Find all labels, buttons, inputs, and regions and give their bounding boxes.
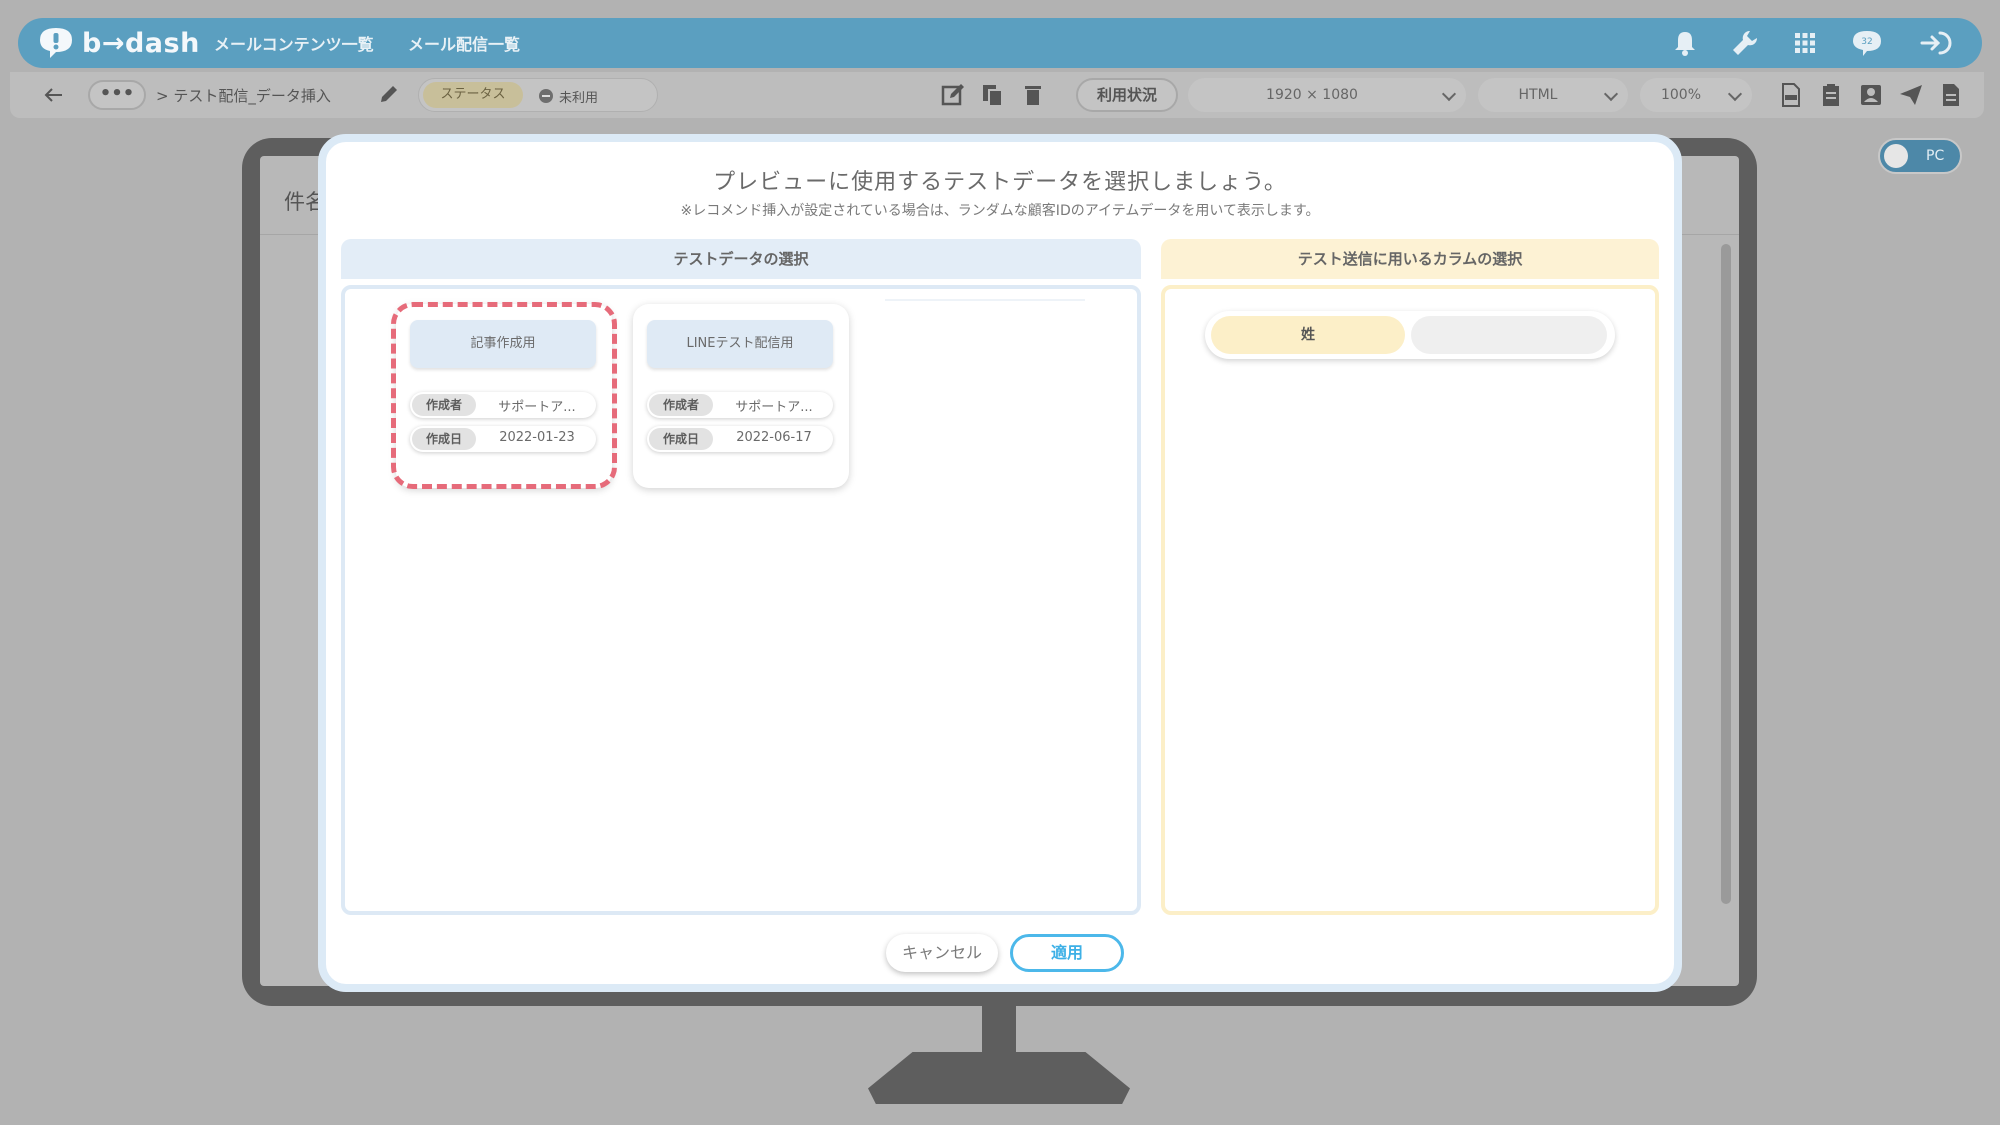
modal-subtitle: ※レコメンド挿入が設定されている場合は、ランダムな顧客IDのアイテムデータを用い… bbox=[680, 203, 1320, 219]
notification-count: 32 bbox=[1861, 37, 1872, 47]
apps-grid-icon[interactable] bbox=[1790, 28, 1820, 58]
toggle-knob bbox=[1884, 144, 1908, 168]
copy-icon[interactable] bbox=[980, 82, 1006, 108]
test-data-card[interactable]: LINEテスト配信用 作成者 サポートア... 作成日 2022-06-17 bbox=[633, 304, 849, 488]
selected-card-highlight bbox=[391, 302, 617, 489]
status-label: ステータス bbox=[423, 82, 523, 108]
back-arrow-icon[interactable] bbox=[42, 83, 66, 107]
date-key: 作成日 bbox=[649, 428, 713, 450]
more-button[interactable]: ••• bbox=[88, 80, 146, 110]
author-row: 作成者 サポートア... bbox=[647, 392, 833, 418]
logo-bubble-icon bbox=[40, 28, 72, 58]
column-panel-header: テスト送信に用いるカラムの選択 bbox=[1161, 239, 1659, 279]
date-value: 2022-06-17 bbox=[736, 430, 812, 445]
logo-text: b→dash bbox=[82, 27, 200, 59]
author-value: サポートア... bbox=[735, 400, 813, 415]
test-data-select-modal: プレビューに使用するテストデータを選択しましょう。 ※レコメンド挿入が設定されて… bbox=[318, 134, 1682, 992]
resolution-select[interactable]: 1920 × 1080 bbox=[1188, 78, 1466, 112]
wrench-icon[interactable] bbox=[1730, 28, 1760, 58]
breadcrumb: > テスト配信_データ挿入 bbox=[156, 87, 331, 105]
preview-scrollbar[interactable] bbox=[1721, 244, 1731, 904]
monitor-stand-base bbox=[868, 1052, 1130, 1104]
unused-status-icon bbox=[539, 89, 553, 103]
status-value: 未利用 bbox=[559, 91, 599, 106]
logout-icon[interactable] bbox=[1918, 28, 1952, 58]
top-navigation-bar: b→dash メールコンテンツ一覧 メール配信一覧 32 bbox=[18, 18, 1982, 68]
status-indicator: ステータス 未利用 bbox=[418, 78, 658, 112]
monitor-stand-neck bbox=[982, 1006, 1016, 1054]
divider bbox=[885, 299, 1085, 301]
zoom-select[interactable]: 100% bbox=[1640, 78, 1752, 112]
card-title: LINEテスト配信用 bbox=[647, 320, 833, 368]
device-toggle[interactable]: PC bbox=[1878, 138, 1962, 174]
column-select-panel: 姓 bbox=[1161, 285, 1659, 915]
chevron-down-icon bbox=[1603, 86, 1619, 102]
device-toggle-label: PC bbox=[1926, 148, 1945, 164]
send-icon[interactable] bbox=[1898, 82, 1924, 108]
notification-bubble-icon[interactable]: 32 bbox=[1850, 28, 1884, 58]
html-file-icon[interactable] bbox=[1778, 82, 1804, 108]
column-option-empty[interactable] bbox=[1411, 316, 1607, 354]
author-key: 作成者 bbox=[649, 394, 713, 416]
clipboard-icon[interactable] bbox=[1818, 82, 1844, 108]
apply-button[interactable]: 適用 bbox=[1010, 934, 1124, 972]
trash-icon[interactable] bbox=[1020, 82, 1046, 108]
nav-mail-contents[interactable]: メールコンテンツ一覧 bbox=[214, 31, 374, 55]
usage-status-button[interactable]: 利用状況 bbox=[1076, 78, 1178, 112]
chevron-down-icon bbox=[1441, 86, 1457, 102]
bell-icon[interactable] bbox=[1670, 28, 1700, 58]
column-toggle-group: 姓 bbox=[1205, 311, 1615, 359]
edit-icon[interactable] bbox=[940, 82, 966, 108]
test-data-panel: 記事作成用 作成者 サポートア... 作成日 2022-01-23 LINEテス… bbox=[341, 285, 1141, 915]
pencil-icon[interactable] bbox=[378, 83, 400, 105]
app-logo[interactable]: b→dash bbox=[36, 24, 200, 62]
modal-title: プレビューに使用するテストデータを選択しましょう。 bbox=[713, 170, 1287, 195]
format-select[interactable]: HTML bbox=[1478, 78, 1628, 112]
test-data-panel-header: テストデータの選択 bbox=[341, 239, 1141, 279]
contact-card-icon[interactable] bbox=[1858, 82, 1884, 108]
column-option-last-name[interactable]: 姓 bbox=[1211, 316, 1405, 354]
resolution-value: 1920 × 1080 bbox=[1266, 87, 1358, 103]
chevron-down-icon bbox=[1727, 86, 1743, 102]
document-icon[interactable] bbox=[1938, 82, 1964, 108]
date-row: 作成日 2022-06-17 bbox=[647, 426, 833, 452]
zoom-value: 100% bbox=[1660, 87, 1702, 103]
cancel-button[interactable]: キャンセル bbox=[886, 934, 998, 972]
format-value: HTML bbox=[1518, 87, 1558, 103]
editor-toolbar: ••• > テスト配信_データ挿入 ステータス 未利用 利用状況 1920 × … bbox=[10, 72, 1984, 118]
nav-mail-deliveries[interactable]: メール配信一覧 bbox=[408, 31, 520, 55]
